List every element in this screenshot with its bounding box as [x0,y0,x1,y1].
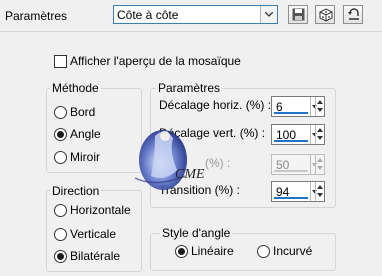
corner-curved-label: Incurvé [273,244,312,258]
direction-group-title: Direction [50,184,101,198]
dice-icon [319,8,333,22]
show-preview-label: Afficher l'aperçu de la mosaïque [70,54,241,68]
presets-value: Côte à côte [117,8,178,22]
spin-arrows-icon[interactable] [315,182,324,201]
direction-bilateral-label: Bilatérale [70,249,120,263]
vertical-offset-field[interactable]: 100 [271,124,325,145]
transition-slider[interactable] [274,197,308,199]
method-corner-radio[interactable] [54,128,67,141]
method-edge-label: Bord [70,105,95,119]
method-corner-label: Angle [70,127,101,141]
horizontal-offset-label: Décalage horiz. (%) : [159,98,271,112]
randomize-button[interactable] [315,5,335,24]
disabled-param-label: (%) : [205,156,230,170]
transition-field[interactable]: 94 [271,181,325,202]
method-edge-radio[interactable] [54,106,67,119]
reset-icon [347,8,361,22]
watermark-image: CME [125,118,205,196]
corner-linear-radio[interactable] [175,245,188,258]
direction-horizontal-label: Horizontale [70,203,131,217]
corner-style-group-title: Style d'angle [160,226,232,240]
direction-vertical-radio[interactable] [54,228,67,241]
method-mirror-radio[interactable] [54,151,67,164]
method-group-title: Méthode [50,81,101,95]
watermark-text: CME [175,167,205,182]
spin-arrows-icon[interactable] [315,97,324,116]
reset-button[interactable] [343,5,363,24]
direction-horizontal-radio[interactable] [54,204,67,217]
horizontal-offset-slider[interactable] [274,112,308,114]
corner-linear-label: Linéaire [191,244,234,258]
disabled-param-field: 50 [271,154,325,175]
horizontal-offset-field[interactable]: 6 [271,96,325,117]
presets-label: Paramètres [5,9,67,23]
save-preset-button[interactable] [288,5,308,24]
show-preview-checkbox[interactable] [54,55,67,68]
disabled-param-slider [274,170,308,172]
direction-bilateral-radio[interactable] [54,250,67,263]
method-mirror-label: Miroir [70,150,100,164]
parameters-group-title: Paramètres [156,81,222,95]
vertical-offset-slider[interactable] [274,140,308,142]
presets-dropdown[interactable]: Côte à côte [113,5,278,24]
corner-curved-radio[interactable] [257,245,270,258]
direction-vertical-label: Verticale [70,227,116,241]
chevron-down-icon[interactable] [260,6,277,23]
spin-arrows-icon [315,155,324,174]
spin-arrows-icon[interactable] [315,125,324,144]
floppy-disk-icon [292,8,305,21]
